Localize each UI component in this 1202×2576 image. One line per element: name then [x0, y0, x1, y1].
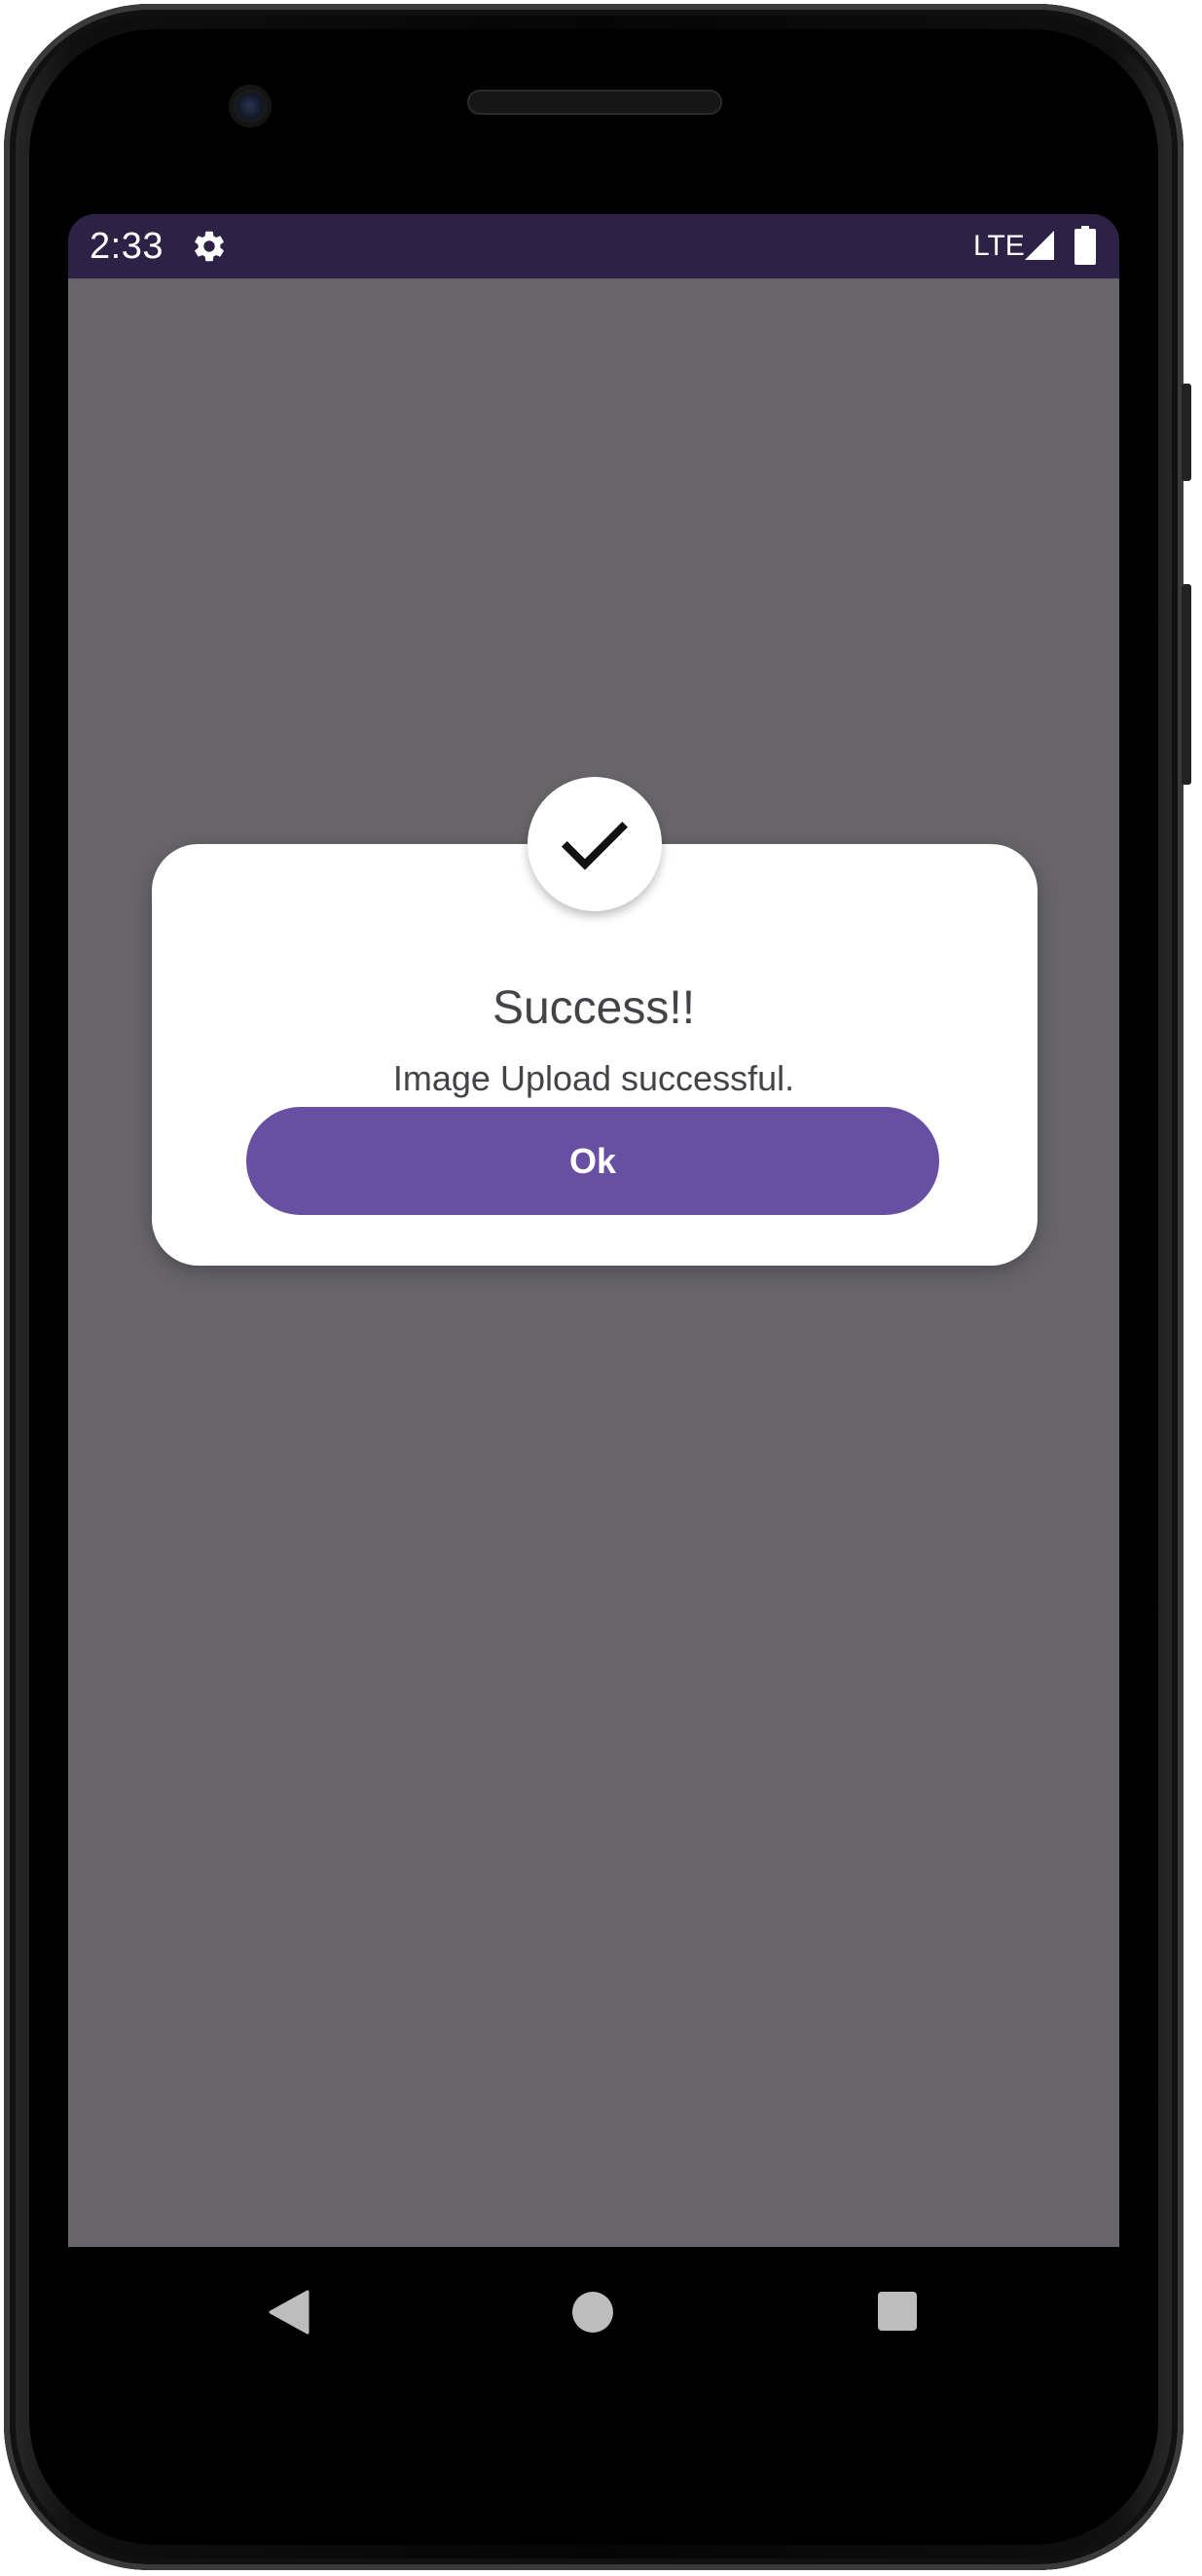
signal-icon: [1025, 231, 1054, 260]
dialog-message: Image Upload successful.: [392, 1058, 795, 1098]
screen: 2:33 LTE Success!! Image Upload successf…: [68, 214, 1119, 2247]
recents-square-icon[interactable]: [878, 2292, 917, 2331]
navigation-bar: [68, 2247, 1119, 2374]
front-camera: [232, 88, 269, 125]
battery-icon: [1075, 226, 1096, 265]
check-icon: [562, 822, 628, 870]
home-circle-icon[interactable]: [572, 2292, 613, 2333]
earpiece-speaker: [467, 90, 722, 115]
status-bar: 2:33 LTE: [68, 214, 1119, 278]
success-badge: [528, 777, 662, 911]
gear-icon: [195, 231, 224, 262]
status-time: 2:33: [90, 226, 164, 267]
dialog-title: Success!!: [492, 982, 696, 1034]
ok-button[interactable]: Ok: [246, 1107, 939, 1215]
network-type-label: LTE: [973, 230, 1025, 262]
side-button-upper: [1182, 384, 1191, 481]
back-triangle-icon[interactable]: [267, 2290, 310, 2335]
side-button-lower: [1182, 584, 1191, 785]
